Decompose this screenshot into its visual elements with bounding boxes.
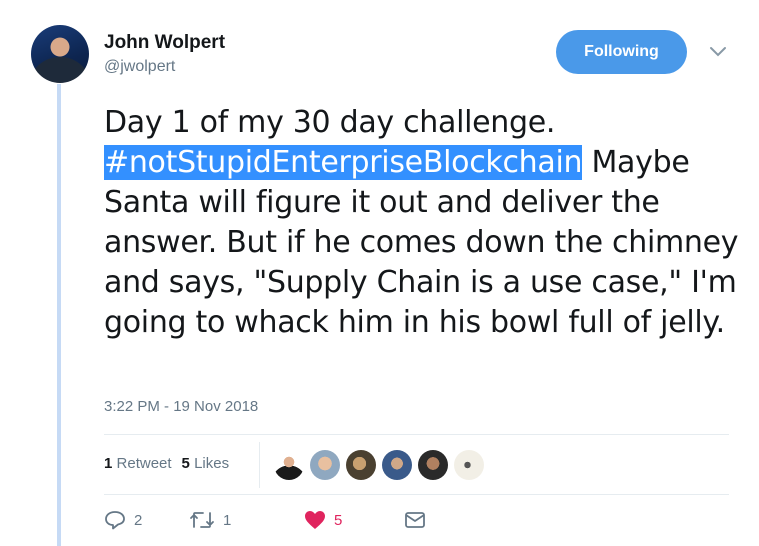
liker-avatar[interactable] (454, 450, 484, 480)
divider (104, 494, 729, 495)
likes-count: 5 (181, 455, 190, 472)
liker-avatar[interactable] (346, 450, 376, 480)
tweet-actions: 2 1 5 (104, 510, 426, 530)
like-button[interactable]: 5 (304, 510, 404, 530)
tweet-text-line1: Day 1 of my 30 day challenge. (104, 105, 556, 140)
retweet-stat[interactable]: 1 Retweet (104, 455, 172, 472)
likes-stat[interactable]: 5 Likes (182, 455, 230, 472)
stats-separator (259, 442, 260, 488)
liker-avatar[interactable] (382, 450, 412, 480)
author-handle[interactable]: @jwolpert (104, 58, 175, 76)
chevron-down-icon[interactable] (708, 45, 728, 59)
reply-count: 2 (134, 511, 143, 529)
tweet-timestamp[interactable]: 3:22 PM - 19 Nov 2018 (104, 398, 258, 415)
hashtag-link[interactable]: #notStupidEnterpriseBlockchain (104, 145, 583, 180)
tweet-text: Day 1 of my 30 day challenge. #notStupid… (104, 103, 754, 343)
liker-avatar[interactable] (274, 450, 304, 480)
likes-label: Likes (194, 455, 230, 472)
following-button[interactable]: Following (556, 30, 687, 74)
liker-avatar[interactable] (418, 450, 448, 480)
likers-list (274, 450, 484, 480)
heart-icon (305, 511, 325, 529)
thread-line (57, 84, 61, 546)
author-name[interactable]: John Wolpert (104, 32, 225, 54)
retweet-count: 1 (104, 455, 113, 472)
retweet-button[interactable]: 1 (189, 510, 304, 530)
tweet-stats: 1 Retweet 5 Likes (104, 455, 229, 472)
avatar[interactable] (31, 25, 89, 83)
message-icon (405, 512, 425, 528)
reply-button[interactable]: 2 (104, 510, 189, 530)
retweet-action-count: 1 (223, 511, 232, 529)
liker-avatar[interactable] (310, 450, 340, 480)
retweet-label: Retweet (116, 455, 172, 472)
retweet-icon (190, 512, 214, 528)
direct-message-button[interactable] (404, 511, 426, 529)
like-action-count: 5 (334, 511, 343, 529)
reply-icon (105, 511, 125, 530)
divider (104, 434, 729, 435)
